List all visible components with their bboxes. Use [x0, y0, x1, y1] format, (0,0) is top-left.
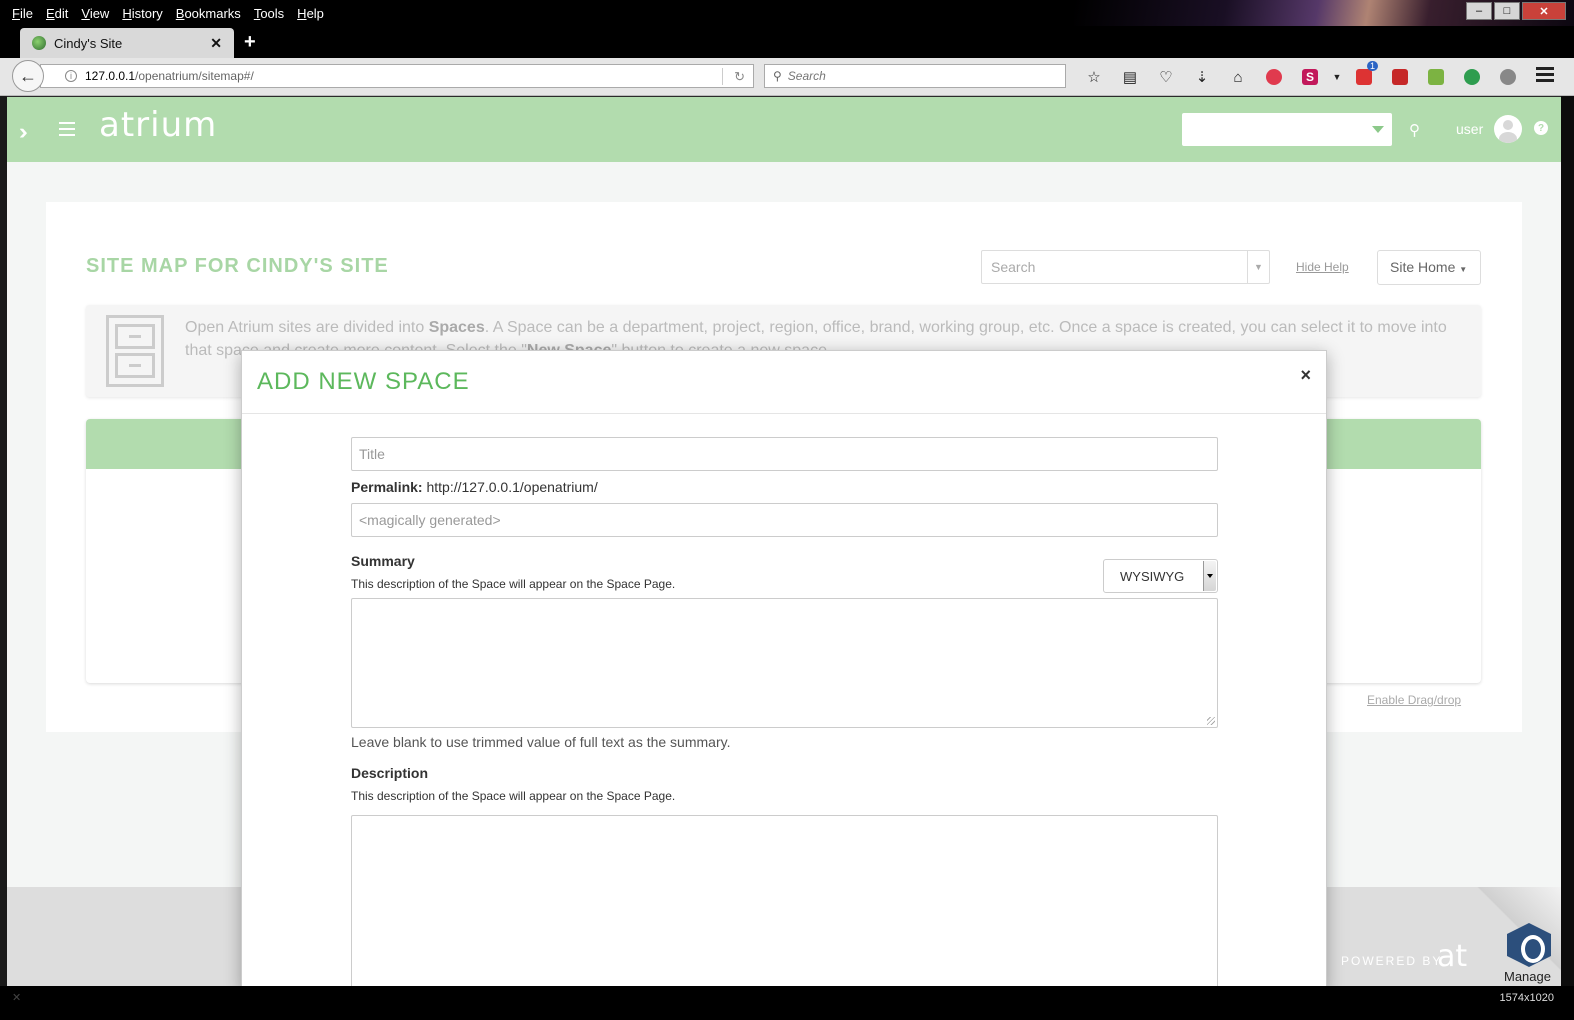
- s-extension-icon[interactable]: S: [1292, 66, 1328, 88]
- caret-down-icon: ▼: [1459, 265, 1468, 274]
- summary-label: Summary: [351, 553, 415, 569]
- description-label: Description: [351, 765, 429, 781]
- window-frame-left: [0, 96, 7, 986]
- menu-view[interactable]: View: [81, 6, 109, 21]
- user-name[interactable]: user: [1456, 121, 1483, 137]
- search-icon: ⚲: [773, 69, 782, 83]
- web-page: ›› atrium ⚲ user ? SITE MAP FOR CINDY'S …: [7, 97, 1561, 986]
- header-search-icon[interactable]: ⚲: [1409, 121, 1420, 139]
- permalink-url: http://127.0.0.1/openatrium/: [426, 479, 598, 495]
- menu-bar: File Edit View History Bookmarks Tools H…: [0, 0, 1574, 58]
- tab-bar: Cindy's Site ✕ +: [0, 26, 1574, 58]
- green-circle-extension-icon[interactable]: [1454, 66, 1490, 88]
- help-icon[interactable]: ?: [1534, 121, 1548, 135]
- mail-badge: 1: [1366, 61, 1378, 71]
- close-tab-icon[interactable]: ✕: [210, 35, 222, 52]
- back-button[interactable]: ←: [12, 60, 44, 92]
- page-title: SITE MAP FOR CINDY'S SITE: [86, 255, 389, 277]
- url-path: /openatrium/sitemap#/: [135, 69, 254, 83]
- resize-handle-icon[interactable]: [1207, 717, 1215, 725]
- chevron-down-icon: [1372, 126, 1384, 133]
- menu-file[interactable]: File: [12, 6, 33, 21]
- resolution-readout: 1574x1020: [1499, 992, 1554, 1004]
- chevron-down-icon[interactable]: [1203, 561, 1216, 591]
- sitemap-search-input[interactable]: Search ▼: [981, 250, 1270, 284]
- reading-list-icon[interactable]: ▤: [1112, 66, 1148, 88]
- description-textarea[interactable]: [351, 815, 1218, 986]
- summary-textarea[interactable]: [351, 598, 1218, 728]
- site-home-label: Site Home: [1390, 259, 1456, 275]
- site-home-dropdown[interactable]: Site Home ▼: [1377, 250, 1481, 285]
- close-icon[interactable]: ✕: [12, 991, 21, 1004]
- window-controls: – □ ✕: [1466, 2, 1566, 20]
- minimize-button[interactable]: –: [1466, 2, 1492, 20]
- browser-search-input[interactable]: ⚲ Search: [764, 64, 1066, 88]
- avatar[interactable]: [1494, 115, 1522, 143]
- summary-note: Leave blank to use trimmed value of full…: [351, 734, 731, 750]
- close-icon[interactable]: ×: [1300, 365, 1311, 386]
- menu-help[interactable]: Help: [297, 6, 324, 21]
- sitemap-search-placeholder: Search: [991, 259, 1036, 275]
- site-favicon-icon: [32, 36, 46, 50]
- menu-history[interactable]: History: [122, 6, 162, 21]
- extension-dropdown-icon[interactable]: ▼: [1328, 66, 1346, 88]
- info-icon[interactable]: i: [65, 70, 77, 82]
- gray-extension-icon[interactable]: [1490, 66, 1526, 88]
- reload-icon[interactable]: ↻: [734, 69, 745, 85]
- navigation-bar: i 127.0.0.1/openatrium/sitemap#/ ↻ ← ⚲ S…: [0, 58, 1574, 96]
- enable-drag-drop-link[interactable]: Enable Drag/drop: [1367, 693, 1461, 707]
- hide-help-link[interactable]: Hide Help: [1296, 260, 1349, 274]
- permalink-label: Permalink:: [351, 479, 423, 495]
- toolbar-icons: ☆ ▤ ♡ ⇣ ⌂ S ▼ 1: [1076, 61, 1526, 88]
- powered-by-text: POWERED BY: [1341, 954, 1443, 968]
- red-extension-icon[interactable]: [1382, 66, 1418, 88]
- text-format-select[interactable]: WYSIWYG: [1103, 559, 1218, 593]
- modal-title: ADD NEW SPACE: [257, 368, 470, 395]
- description-help: This description of the Space will appea…: [351, 789, 676, 803]
- text-format-value: WYSIWYG: [1120, 569, 1185, 584]
- status-bar: ✕ 1574x1020: [0, 986, 1574, 1010]
- green-extension-icon[interactable]: [1418, 66, 1454, 88]
- modal-header: ADD NEW SPACE ×: [242, 351, 1326, 414]
- close-window-button[interactable]: ✕: [1522, 2, 1566, 20]
- chevron-down-icon[interactable]: ▼: [1247, 251, 1269, 283]
- atrium-logo[interactable]: atrium: [99, 105, 217, 145]
- menu-bookmarks[interactable]: Bookmarks: [176, 6, 241, 21]
- download-icon[interactable]: ⇣: [1184, 66, 1220, 88]
- expand-sidebar-icon[interactable]: ››: [19, 119, 27, 145]
- new-tab-button[interactable]: +: [244, 31, 256, 54]
- menu-edit[interactable]: Edit: [46, 6, 68, 21]
- file-cabinet-icon: [106, 315, 164, 387]
- browser-tab[interactable]: Cindy's Site ✕: [20, 28, 234, 58]
- manage-label[interactable]: Manage: [1504, 969, 1551, 984]
- space-selector[interactable]: [1182, 113, 1392, 146]
- home-icon[interactable]: ⌂: [1220, 66, 1256, 88]
- hamburger-menu-icon[interactable]: [59, 122, 75, 140]
- pocket-icon[interactable]: ♡: [1148, 66, 1184, 88]
- browser-menu-icon[interactable]: [1536, 67, 1554, 85]
- permalink: Permalink: http://127.0.0.1/openatrium/: [351, 479, 598, 495]
- window-frame-bottom: [0, 1010, 1574, 1020]
- menu-tools[interactable]: Tools: [254, 6, 284, 21]
- url-host: 127.0.0.1: [85, 69, 136, 83]
- url-bar[interactable]: i 127.0.0.1/openatrium/sitemap#/ ↻: [40, 64, 754, 88]
- mail-icon[interactable]: 1: [1346, 61, 1382, 88]
- maximize-button[interactable]: □: [1494, 2, 1520, 20]
- title-input[interactable]: Title: [351, 437, 1218, 471]
- window-frame-right: [1561, 96, 1574, 986]
- bookmark-star-icon[interactable]: ☆: [1076, 66, 1112, 88]
- summary-description: This description of the Space will appea…: [351, 577, 676, 591]
- url-divider: [722, 68, 723, 85]
- footer-atrium-logo: at: [1437, 939, 1468, 974]
- pocket-extension-icon[interactable]: [1256, 66, 1292, 88]
- tab-title: Cindy's Site: [54, 35, 123, 51]
- app-header: ›› atrium ⚲ user ?: [7, 97, 1561, 162]
- add-space-modal: ADD NEW SPACE × Title Permalink: http://…: [241, 350, 1327, 986]
- machine-name-input[interactable]: <magically generated>: [351, 503, 1218, 537]
- browser-search-placeholder: Search: [787, 69, 826, 83]
